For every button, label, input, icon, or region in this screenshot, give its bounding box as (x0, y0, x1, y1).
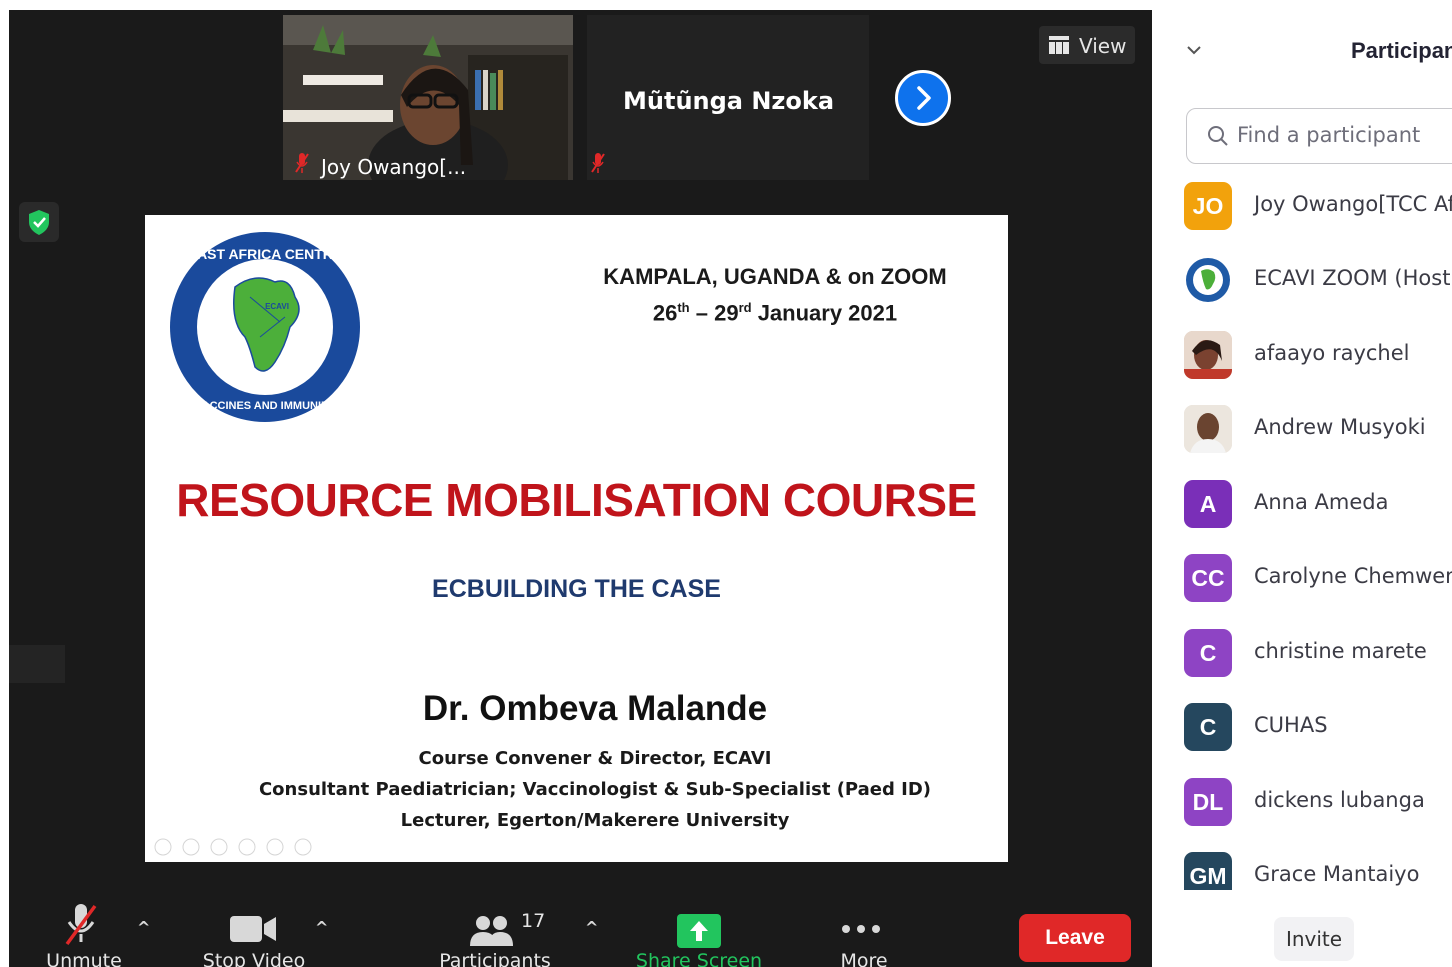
participant-row[interactable]: afaayo raychel (1182, 325, 1452, 385)
view-button[interactable]: View (1039, 26, 1135, 64)
search-icon (1208, 126, 1228, 146)
search-placeholder: Find a participant (1237, 123, 1421, 147)
video-tile-mutunga[interactable]: Mũtũnga Nzoka (587, 15, 869, 180)
security-badge[interactable] (19, 202, 59, 242)
next-page-button[interactable] (895, 70, 951, 126)
invite-button[interactable]: Invite (1274, 917, 1354, 961)
grid-view-icon (1049, 36, 1069, 54)
avatar: DL (1184, 778, 1232, 826)
participant-name: Anna Ameda (1254, 490, 1389, 514)
meeting-toolbar: ^ Unmute ^ Stop Video 17 ^ Participants (9, 862, 1152, 967)
chevron-up-icon[interactable]: ^ (315, 918, 328, 937)
more-label: More (840, 950, 888, 967)
view-label: View (1079, 34, 1127, 58)
chevron-up-icon[interactable]: ^ (137, 918, 150, 937)
participant-search-input[interactable]: Find a participant (1186, 108, 1452, 164)
svg-text:ECAVI: ECAVI (265, 302, 289, 311)
shield-check-icon (29, 210, 49, 235)
svg-text:EAST AFRICA CENTRE: EAST AFRICA CENTRE (188, 246, 343, 262)
slide-title: RESOURCE MOBILISATION COURSE (176, 474, 977, 526)
participant-row[interactable]: JO Joy Owango[TCC Africa] (1182, 176, 1452, 236)
avatar: CC (1184, 554, 1232, 602)
share-screen-icon (677, 914, 721, 948)
svg-text:FOR VACCINES AND IMMUNIZATION: FOR VACCINES AND IMMUNIZATION (169, 400, 361, 412)
tile-name-joy: Joy Owango[... (321, 155, 467, 179)
avatar (1184, 405, 1232, 453)
chevron-down-icon[interactable] (1182, 38, 1206, 62)
muted-mic-icon (65, 904, 97, 946)
hidden-overlay (9, 645, 65, 683)
participants-panel: Participants Find a participant JO Joy O… (1152, 0, 1452, 967)
participant-name: afaayo raychel (1254, 341, 1410, 365)
unmute-label: Unmute (46, 950, 122, 967)
slide-subtitle: ECBUILDING THE CASE (432, 575, 721, 603)
avatar: A (1184, 480, 1232, 528)
more-dots-icon (842, 925, 880, 933)
muted-mic-icon (591, 153, 605, 173)
slide-nav-controls[interactable] (153, 837, 323, 857)
participant-row[interactable]: C CUHAS (1182, 697, 1452, 757)
chevron-right-icon (917, 86, 931, 110)
tile-name-mutunga: Mũtũnga Nzoka (623, 87, 835, 115)
panel-title: Participants (1351, 38, 1452, 63)
avatar (1184, 256, 1232, 304)
participant-name: Carolyne Chemweno (1254, 564, 1452, 588)
profile-photo (1184, 405, 1232, 453)
share-screen-label: Share Screen (635, 950, 763, 967)
participant-row[interactable]: GM Grace Mantaiyo (1182, 846, 1452, 890)
video-camera-icon (230, 916, 276, 942)
participant-row[interactable]: A Anna Ameda (1182, 474, 1452, 534)
participant-name: Grace Mantaiyo (1254, 862, 1420, 886)
avatar: GM (1184, 852, 1232, 890)
avatar: JO (1184, 182, 1232, 230)
ecavi-logo: EAST AFRICA CENTRE FOR VACCINES AND IMMU… (169, 232, 361, 422)
participant-row[interactable]: CC Carolyne Chemweno (1182, 548, 1452, 608)
participant-name: Joy Owango[TCC Africa] (1254, 192, 1452, 216)
slide-dates: 26th – 29rd January 2021 (652, 300, 898, 326)
participant-row[interactable]: DL dickens lubanga (1182, 772, 1452, 832)
video-tile-joy[interactable]: Joy Owango[... (283, 15, 573, 180)
slide-location-date: KAMPALA, UGANDA & on ZOOM 26th – 29rd Ja… (575, 261, 975, 328)
slide-role-3: Lecturer, Egerton/Makerere University (400, 810, 790, 831)
ecavi-avatar-logo (1186, 258, 1230, 302)
leave-button[interactable]: Leave (1019, 914, 1131, 962)
profile-photo (1184, 331, 1232, 379)
chevron-up-icon[interactable]: ^ (585, 918, 598, 937)
participant-row[interactable]: C christine marete (1182, 623, 1452, 683)
avatar: C (1184, 703, 1232, 751)
slide-role-2: Consultant Paediatrician; Vaccinologist … (258, 779, 932, 800)
participant-name: dickens lubanga (1254, 788, 1425, 812)
avatar: C (1184, 629, 1232, 677)
participants-icon (470, 916, 513, 946)
participants-label: Participants (439, 950, 551, 967)
participant-row[interactable]: ECAVI ZOOM (Host) (1182, 250, 1452, 310)
participant-name: christine marete (1254, 639, 1427, 663)
slide-location: KAMPALA, UGANDA & on ZOOM (603, 264, 947, 289)
participant-row[interactable]: Andrew Musyoki (1182, 399, 1452, 459)
avatar (1184, 331, 1232, 379)
participant-name: Andrew Musyoki (1254, 415, 1426, 439)
stop-video-label: Stop Video (202, 950, 306, 967)
participant-name: ECAVI ZOOM (Host) (1254, 266, 1452, 290)
participants-count: 17 (521, 910, 546, 932)
participant-name: CUHAS (1254, 713, 1328, 737)
meeting-window: Joy Owango[... Mũtũnga Nzoka View EAST A… (9, 10, 1152, 967)
shared-screen-slide: EAST AFRICA CENTRE FOR VACCINES AND IMMU… (145, 215, 1008, 862)
muted-mic-icon (295, 153, 309, 173)
slide-presenter: Dr. Ombeva Malande (422, 689, 768, 728)
slide-role-1: Course Convener & Director, ECAVI (418, 748, 772, 769)
